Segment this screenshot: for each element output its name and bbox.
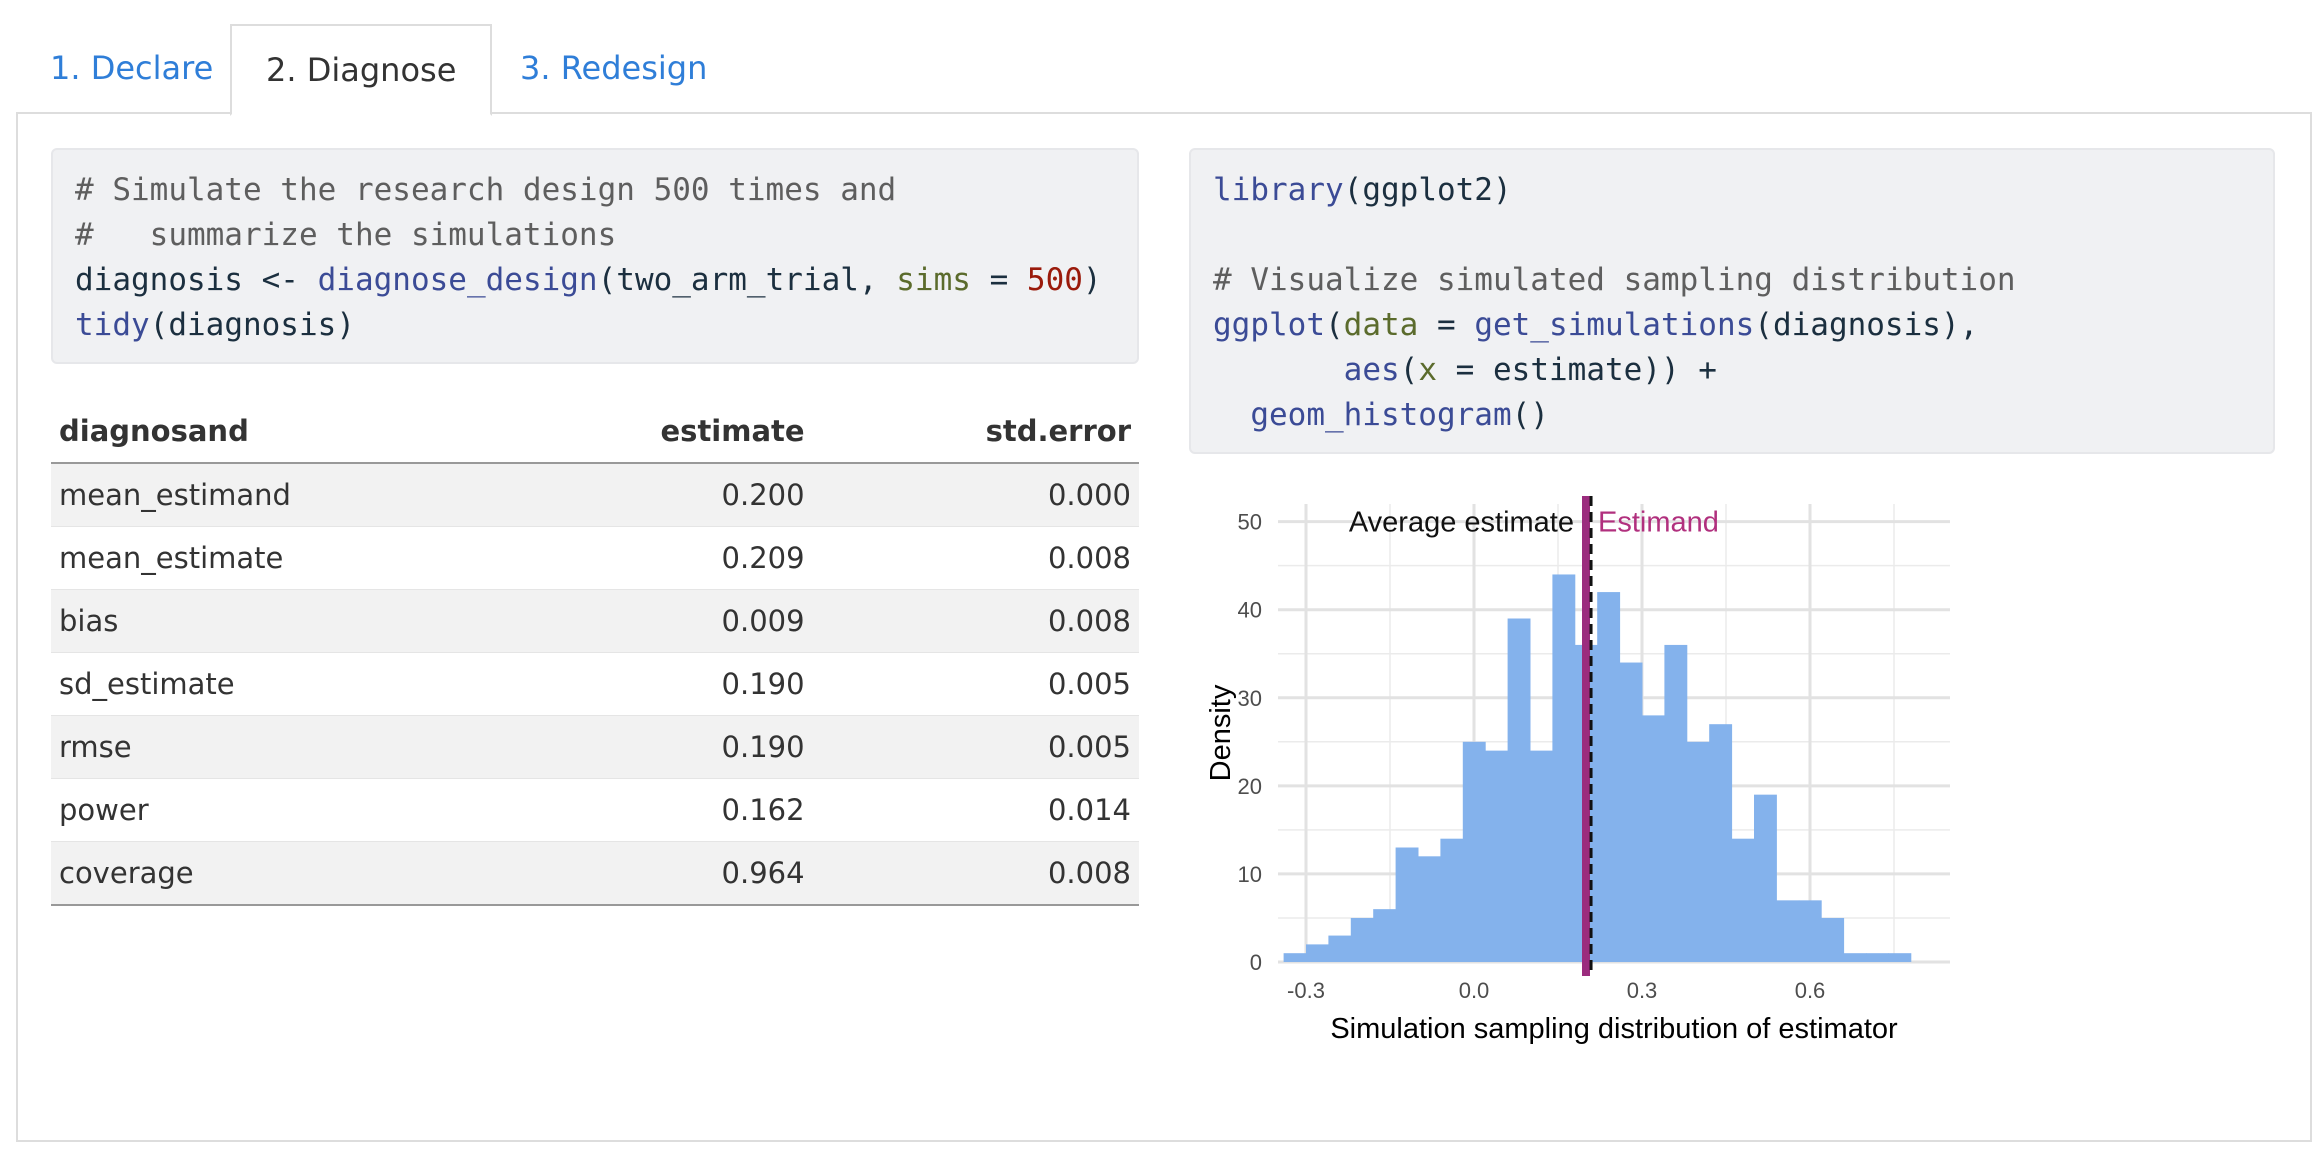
cell-std-error: 0.008: [812, 841, 1139, 906]
histogram-bar: [1866, 953, 1889, 962]
y-tick-label: 30: [1238, 686, 1262, 711]
cell-estimate: 0.190: [486, 652, 813, 716]
y-axis-title: Density: [1205, 684, 1237, 781]
code-comment: # Simulate the research design 500 times…: [75, 172, 897, 208]
table-header-row: diagnosand estimate std.error: [51, 400, 1139, 464]
code-line: geom_histogram(): [1250, 397, 1549, 433]
code-comment: # summarize the simulations: [75, 217, 617, 253]
code-line: diagnosis <- diagnose_design(two_arm_tri…: [75, 262, 1102, 298]
x-tick-label: 0.6: [1795, 978, 1826, 1003]
cell-estimate: 0.009: [486, 589, 813, 653]
y-tick-label: 50: [1238, 510, 1262, 535]
y-tick-label: 10: [1238, 862, 1262, 887]
histogram-bar: [1418, 856, 1441, 962]
histogram-bar: [1530, 750, 1553, 962]
x-tick-label: -0.3: [1287, 978, 1325, 1003]
tab-diagnose[interactable]: 2. Diagnose: [230, 24, 493, 116]
histogram-bar: [1843, 953, 1867, 962]
code-line: library(ggplot2): [1213, 172, 1512, 208]
histogram-bar: [1485, 750, 1509, 962]
column-header-diagnosand: diagnosand: [51, 400, 487, 464]
cell-std-error: 0.005: [812, 652, 1139, 716]
histogram-bar: [1731, 838, 1755, 962]
histogram-bar: [1462, 741, 1486, 962]
histogram-bar: [1552, 574, 1576, 962]
histogram-chart: 0 10 20 30 40 50 -0.3 0.0 0.3 0.6 Average estimat…: [1190, 490, 2310, 1080]
table-row: power 0.162 0.014: [51, 778, 1139, 842]
code-line: aes(x = estimate)) +: [1343, 352, 1717, 388]
histogram-bar: [1619, 662, 1643, 962]
histogram-bar: [1888, 953, 1912, 962]
histogram-bar: [1776, 900, 1800, 962]
reference-lines: [1582, 496, 1593, 976]
histogram-bar: [1373, 909, 1397, 962]
histogram-bar: [1686, 741, 1710, 962]
table-row: mean_estimate 0.209 0.008: [51, 526, 1139, 590]
table-row: bias 0.009 0.008: [51, 589, 1139, 653]
cell-std-error: 0.008: [812, 526, 1139, 590]
histogram-bar: [1440, 838, 1464, 962]
cell-estimate: 0.190: [486, 715, 813, 779]
x-axis-title: Simulation sampling distribution of esti…: [1330, 1013, 1898, 1045]
cell-diagnosand: power: [51, 778, 487, 842]
tab-declare[interactable]: 1. Declare: [16, 24, 247, 112]
cell-std-error: 0.005: [812, 715, 1139, 779]
histogram-bar: [1395, 847, 1419, 962]
code-comment: # Visualize simulated sampling distribut…: [1213, 262, 2016, 298]
histogram-bar: [1597, 592, 1621, 962]
histogram-bar: [1798, 900, 1822, 962]
x-tick-label: 0.0: [1459, 978, 1490, 1003]
code-line: tidy(diagnosis): [75, 307, 355, 343]
y-tick-label: 20: [1238, 774, 1262, 799]
histogram-bar: [1350, 917, 1374, 962]
code-block-diagnose: # Simulate the research design 500 times…: [51, 148, 1139, 364]
cell-diagnosand: coverage: [51, 841, 487, 906]
histogram-bar: [1306, 944, 1329, 962]
cell-estimate: 0.964: [486, 841, 813, 906]
table-row: coverage 0.964 0.008: [51, 841, 1139, 906]
histogram-svg: 0 10 20 30 40 50 -0.3 0.0 0.3 0.6 Average estimat…: [1205, 496, 1950, 1045]
table-row: rmse 0.190 0.005: [51, 715, 1139, 779]
table-row: sd_estimate 0.190 0.005: [51, 652, 1139, 716]
histogram-bar: [1821, 917, 1845, 962]
tab-redesign[interactable]: 3. Redesign: [486, 24, 741, 112]
tab-bar: 1. Declare 2. Diagnose 3. Redesign: [16, 24, 2312, 116]
histogram-bar: [1642, 715, 1665, 962]
bar-layer: [1283, 574, 1912, 962]
cell-estimate: 0.209: [486, 526, 813, 590]
histogram-bar: [1709, 724, 1733, 962]
y-tick-label: 0: [1250, 950, 1262, 975]
code-line: ggplot(data = get_simulations(diagnosis)…: [1213, 307, 1979, 343]
code-block-plot: library(ggplot2) # Visualize simulated s…: [1189, 148, 2275, 454]
cell-diagnosand: bias: [51, 589, 487, 653]
y-tick-label: 40: [1238, 598, 1262, 623]
estimand-label: Estimand: [1598, 507, 1719, 539]
cell-diagnosand: rmse: [51, 715, 487, 779]
cell-diagnosand: mean_estimate: [51, 526, 487, 590]
histogram-bar: [1507, 618, 1531, 962]
x-tick-label: 0.3: [1627, 978, 1658, 1003]
histogram-bar: [1283, 953, 1307, 962]
cell-std-error: 0.008: [812, 589, 1139, 653]
histogram-bar: [1754, 794, 1777, 962]
cell-std-error: 0.014: [812, 778, 1139, 842]
cell-estimate: 0.200: [486, 462, 813, 527]
histogram-bar: [1328, 935, 1352, 962]
histogram-bar: [1664, 644, 1688, 962]
column-header-estimate: estimate: [486, 400, 813, 464]
diagnosis-table: diagnosand estimate std.error mean_estim…: [51, 400, 1139, 906]
table-row: mean_estimand 0.200 0.000: [51, 462, 1139, 527]
average-estimate-label: Average estimate: [1349, 507, 1574, 539]
column-header-std-error: std.error: [812, 400, 1139, 464]
cell-estimate: 0.162: [486, 778, 813, 842]
cell-diagnosand: sd_estimate: [51, 652, 487, 716]
cell-diagnosand: mean_estimand: [51, 462, 487, 527]
cell-std-error: 0.000: [812, 462, 1139, 527]
